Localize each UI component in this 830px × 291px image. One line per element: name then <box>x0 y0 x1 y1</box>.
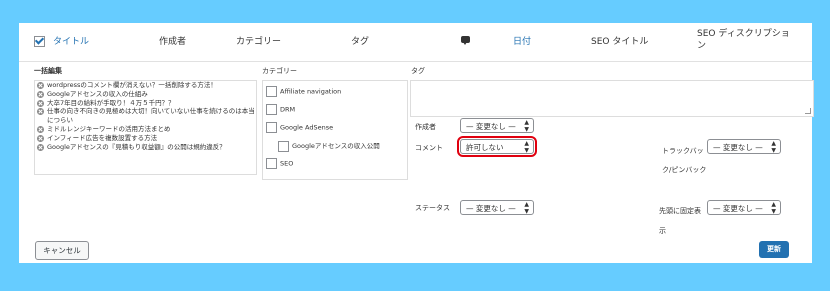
select-arrows-icon: ▲ ▼ <box>524 140 529 154</box>
remove-icon[interactable] <box>37 125 44 133</box>
column-seo-title: SEO タイトル <box>591 37 649 47</box>
select-all-checkbox[interactable] <box>34 36 45 47</box>
category-item[interactable]: Google AdSense <box>266 122 333 133</box>
bulk-edit-panel: タイトル 作成者 カテゴリー タグ 日付 SEO タイトル SEO ディスクリプ… <box>19 23 814 263</box>
trackback-select[interactable]: — 変更なし — ▲ ▼ <box>707 139 781 154</box>
category-label: SEO <box>280 159 294 168</box>
tag-textarea[interactable] <box>410 80 814 117</box>
author-label: 作成者 <box>415 123 436 131</box>
category-label: Google AdSense <box>280 123 334 132</box>
status-label: ステータス <box>415 204 450 212</box>
table-header: タイトル 作成者 カテゴリー タグ 日付 SEO タイトル SEO ディスクリプ… <box>19 23 812 62</box>
sticky-select[interactable]: — 変更なし — ▲ ▼ <box>707 200 781 215</box>
comment-select-value: 許可しない <box>466 143 504 152</box>
category-checkbox[interactable] <box>266 158 277 169</box>
post-title: Googleアドセンスの『見積もり収益額』の公開は規約違反？ <box>47 142 226 151</box>
remove-icon[interactable] <box>37 143 44 151</box>
category-checklist: Affiliate navigation DRM Google AdSense … <box>262 80 408 180</box>
status-select[interactable]: — 変更なし — ▲ ▼ <box>460 200 534 215</box>
status-select-value: — 変更なし — <box>466 204 516 213</box>
category-section-label: カテゴリー <box>262 67 297 75</box>
column-category: カテゴリー <box>236 37 282 47</box>
column-tag: タグ <box>351 37 370 47</box>
resize-handle-icon[interactable] <box>805 108 811 114</box>
tag-section-label: タグ <box>411 67 425 75</box>
post-title: Googleアドセンスの収入の仕組み <box>47 89 148 98</box>
list-item: 仕事の向き不向きの見極めは大切！向いていない仕事を続けるのは本当につらい <box>35 107 256 125</box>
category-checkbox[interactable] <box>278 140 289 152</box>
list-item: Googleアドセンスの収入の仕組み <box>35 90 256 99</box>
author-select-value: — 変更なし — <box>466 122 516 131</box>
list-item: インフィード広告を複数設置する方法 <box>35 134 256 143</box>
post-title: wordpressのコメント欄が消えない？一括削除する方法！ <box>47 81 217 89</box>
remove-icon[interactable] <box>37 99 44 107</box>
category-label: Affiliate navigation <box>280 87 342 96</box>
comment-select[interactable]: 許可しない ▲ ▼ <box>457 136 537 157</box>
select-arrows-icon: ▲ ▼ <box>771 201 776 215</box>
trackback-label: トラックバック/ピンバック <box>662 147 707 174</box>
column-author: 作成者 <box>159 37 187 47</box>
category-checkbox[interactable] <box>266 104 277 115</box>
category-checkbox[interactable] <box>266 122 277 133</box>
list-item: Googleアドセンスの『見積もり収益額』の公開は規約違反？ <box>35 143 256 152</box>
sticky-label: 先頭に固定表示 <box>659 207 701 235</box>
category-item[interactable]: Googleアドセンスの収入公開 <box>278 140 380 152</box>
bulk-post-list: wordpressのコメント欄が消えない？一括削除する方法！ Googleアドセ… <box>34 80 257 175</box>
post-title: インフィード広告を複数設置する方法 <box>47 133 158 142</box>
remove-icon[interactable] <box>37 108 44 116</box>
remove-icon[interactable] <box>37 134 44 142</box>
remove-icon[interactable] <box>37 90 44 98</box>
post-title: ミドルレンジキーワードの活用方法まとめ <box>47 124 171 133</box>
cancel-button[interactable]: キャンセル <box>35 241 89 260</box>
category-item[interactable]: Affiliate navigation <box>266 86 341 97</box>
column-seo-description: SEO ディスクリプション <box>697 29 790 51</box>
post-title: 大卒7年目の給料が手取り！４万５千円？？ <box>47 98 175 107</box>
list-item: ミドルレンジキーワードの活用方法まとめ <box>35 125 256 134</box>
sticky-select-value: — 変更なし — <box>713 204 763 213</box>
category-label: Googleアドセンスの収入公開 <box>292 142 380 150</box>
category-item[interactable]: SEO <box>266 158 293 169</box>
comment-icon <box>461 36 470 45</box>
post-title: 仕事の向き不向きの見極めは大切！向いていない仕事を続けるのは本当につらい <box>47 107 255 125</box>
bulk-edit-label: 一括編集 <box>34 67 62 75</box>
remove-icon[interactable] <box>37 82 44 89</box>
category-checkbox[interactable] <box>266 86 277 97</box>
select-arrows-icon: ▲ ▼ <box>524 119 529 133</box>
category-item[interactable]: DRM <box>266 104 295 115</box>
column-date[interactable]: 日付 <box>513 34 531 47</box>
author-select[interactable]: — 変更なし — ▲ ▼ <box>460 118 534 133</box>
select-arrows-icon: ▲ ▼ <box>524 201 529 215</box>
list-item: wordpressのコメント欄が消えない？一括削除する方法！ <box>35 81 256 90</box>
column-title[interactable]: タイトル <box>53 34 89 47</box>
trackback-select-value: — 変更なし — <box>713 143 763 152</box>
select-arrows-icon: ▲ ▼ <box>771 140 776 154</box>
comment-label: コメント <box>415 144 443 152</box>
update-button[interactable]: 更新 <box>759 241 789 258</box>
category-label: DRM <box>280 105 296 114</box>
